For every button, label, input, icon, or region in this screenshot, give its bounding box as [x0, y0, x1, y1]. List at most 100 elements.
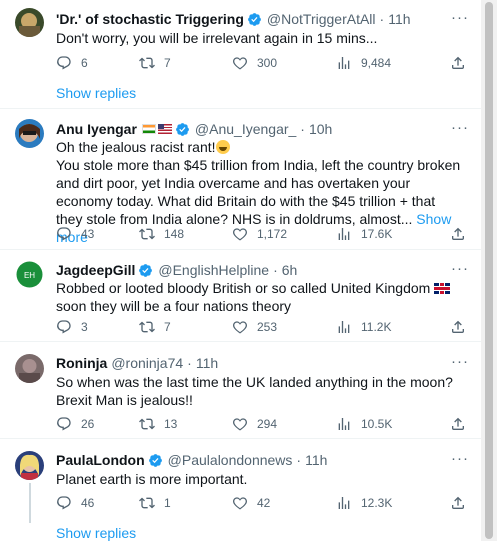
retweet-button[interactable]: 148	[139, 225, 184, 243]
author-name[interactable]: PaulaLondon	[56, 451, 145, 469]
retweet-icon	[139, 321, 155, 333]
share-button[interactable]	[450, 494, 466, 512]
views-icon	[338, 321, 350, 333]
heart-icon	[233, 321, 247, 334]
verified-badge-icon	[148, 453, 162, 467]
india-flag-icon	[141, 124, 156, 134]
separator: ·	[296, 452, 302, 468]
views-button[interactable]: 17.6K	[336, 225, 392, 243]
retweet-count: 7	[164, 320, 171, 334]
more-options-button[interactable]: ···	[451, 119, 469, 137]
timestamp[interactable]: 10h	[309, 120, 332, 138]
show-replies-link[interactable]: Show replies	[56, 525, 136, 541]
more-options-button[interactable]: ···	[451, 260, 469, 278]
avatar[interactable]	[15, 119, 44, 148]
tweet-paulalondon[interactable]: PaulaLondon @Paulalondonnews · 11h ··· P…	[0, 439, 481, 541]
view-count: 17.6K	[361, 227, 393, 241]
author-name[interactable]: 'Dr.' of stochastic Triggering	[56, 10, 244, 28]
more-options-button[interactable]: ···	[451, 450, 469, 468]
thread-line	[29, 483, 31, 523]
separator: ·	[379, 11, 385, 27]
tweet-text-rest: You stole more than $45 trillion from In…	[56, 157, 461, 227]
retweet-count: 7	[164, 56, 171, 70]
reply-button[interactable]: 43	[56, 225, 94, 243]
like-button[interactable]: 294	[232, 415, 277, 433]
timestamp[interactable]: 11h	[196, 354, 218, 372]
tweet-roninja[interactable]: Roninja @roninja74 · 11h ··· So when was…	[0, 342, 481, 438]
author-handle[interactable]: @roninja74	[111, 354, 183, 372]
views-icon	[338, 57, 350, 69]
reply-button[interactable]: 46	[56, 494, 94, 512]
tweet-text-line1: Oh the jealous racist rant!	[56, 139, 216, 155]
avatar[interactable]	[15, 354, 44, 383]
uk-flag-icon	[434, 283, 451, 294]
svg-text:EH: EH	[24, 271, 35, 280]
reply-button[interactable]: 6	[56, 54, 88, 72]
timestamp[interactable]: 11h	[388, 10, 410, 28]
like-count: 294	[257, 417, 278, 431]
views-button[interactable]: 12.3K	[336, 494, 392, 512]
tweet-text-before: Robbed or looted bloody British or so ca…	[56, 280, 435, 296]
retweet-button[interactable]: 13	[139, 415, 177, 433]
heart-icon	[233, 228, 247, 241]
tweet-anu-iyengar[interactable]: Anu Iyengar @Anu_Iyengar_ · 10h ··· Oh t…	[0, 109, 481, 249]
views-icon	[338, 418, 350, 430]
tweet-notriggeratall[interactable]: 'Dr.' of stochastic Triggering @NotTrigg…	[0, 0, 481, 108]
timestamp[interactable]: 11h	[305, 451, 327, 469]
separator: ·	[300, 121, 305, 137]
reply-icon	[56, 227, 71, 241]
view-count: 11.2K	[361, 320, 392, 334]
share-icon	[452, 56, 464, 69]
author-handle[interactable]: @NotTriggerAtAll	[267, 10, 376, 28]
scrollbar[interactable]	[481, 0, 497, 541]
views-button[interactable]: 11.2K	[336, 318, 391, 336]
like-button[interactable]: 253	[232, 318, 277, 336]
share-icon	[452, 227, 464, 240]
more-options-button[interactable]: ···	[451, 353, 469, 371]
reply-icon	[56, 56, 71, 70]
share-icon	[452, 320, 464, 333]
author-handle[interactable]: @EnglishHelpline	[158, 261, 269, 279]
reply-icon	[56, 417, 71, 431]
like-button[interactable]: 1,172	[232, 225, 287, 243]
tweet-text: Planet earth is more important.	[56, 471, 248, 487]
heart-icon	[233, 497, 247, 510]
views-icon	[338, 228, 350, 240]
scrollbar-thumb[interactable]	[485, 2, 493, 539]
reply-count: 26	[81, 417, 95, 431]
retweet-icon	[139, 57, 155, 69]
author-handle[interactable]: @Paulalondonnews	[168, 451, 293, 469]
retweet-count: 148	[164, 227, 185, 241]
author-name[interactable]: Roninja	[56, 354, 107, 372]
separator: ·	[273, 262, 278, 278]
reply-button[interactable]: 3	[56, 318, 88, 336]
author-name[interactable]: Anu Iyengar	[56, 120, 137, 138]
views-button[interactable]: 10.5K	[336, 415, 392, 433]
tweet-text-after: soon they will be a four nations theory	[56, 298, 292, 314]
tweet-jagdeepgill[interactable]: EH JagdeepGill @EnglishHelpline · 6h ···…	[0, 250, 481, 341]
share-button[interactable]	[450, 415, 466, 433]
retweet-button[interactable]: 7	[139, 54, 171, 72]
avatar[interactable]: EH	[15, 260, 44, 289]
share-button[interactable]	[450, 318, 466, 336]
share-button[interactable]	[450, 225, 466, 243]
author-name[interactable]: JagdeepGill	[56, 261, 135, 279]
retweet-button[interactable]: 1	[139, 494, 171, 512]
more-options-button[interactable]: ···	[451, 9, 469, 27]
share-icon	[452, 496, 464, 509]
like-button[interactable]: 300	[232, 54, 277, 72]
heart-icon	[233, 418, 247, 431]
avatar[interactable]	[15, 8, 44, 37]
avatar[interactable]	[15, 451, 44, 480]
share-button[interactable]	[450, 54, 466, 72]
like-count: 1,172	[257, 227, 288, 241]
view-count: 12.3K	[361, 496, 393, 510]
timestamp[interactable]: 6h	[282, 261, 298, 279]
author-handle[interactable]: @Anu_Iyengar_	[195, 120, 296, 138]
reply-count: 46	[81, 496, 95, 510]
retweet-button[interactable]: 7	[139, 318, 171, 336]
reply-button[interactable]: 26	[56, 415, 94, 433]
views-button[interactable]: 9,484	[336, 54, 391, 72]
show-replies-link[interactable]: Show replies	[56, 85, 136, 101]
like-button[interactable]: 42	[232, 494, 270, 512]
